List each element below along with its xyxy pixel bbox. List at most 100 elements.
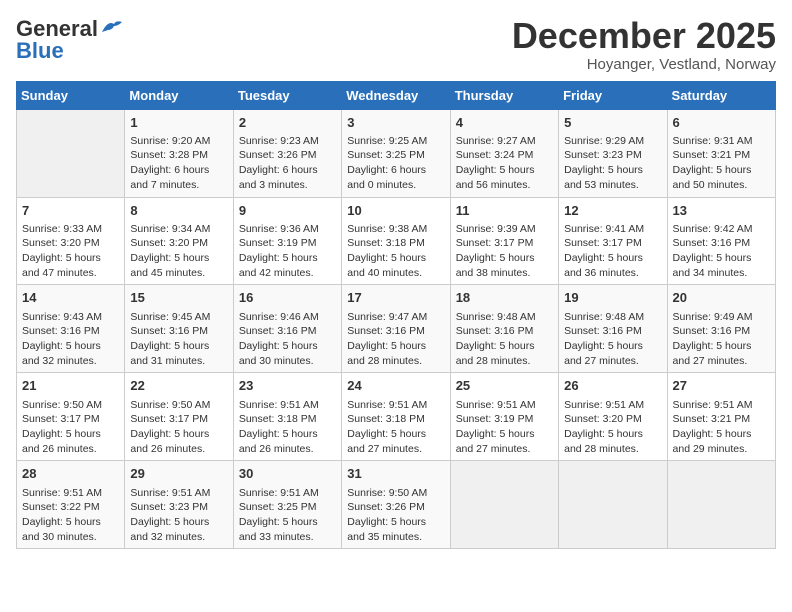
day-number: 29 xyxy=(130,465,227,483)
day-info: Sunrise: 9:51 AM Sunset: 3:25 PM Dayligh… xyxy=(239,486,336,545)
day-number: 23 xyxy=(239,377,336,395)
calendar-cell: 6 Sunrise: 9:31 AM Sunset: 3:21 PM Daylig… xyxy=(667,109,775,197)
day-number: 9 xyxy=(239,202,336,220)
day-info: Sunrise: 9:33 AM Sunset: 3:20 PM Dayligh… xyxy=(22,222,119,281)
calendar-cell: 8 Sunrise: 9:34 AM Sunset: 3:20 PM Daylig… xyxy=(125,197,233,285)
day-number: 12 xyxy=(564,202,661,220)
day-number: 20 xyxy=(673,289,770,307)
day-info: Sunrise: 9:51 AM Sunset: 3:20 PM Dayligh… xyxy=(564,398,661,457)
day-number: 28 xyxy=(22,465,119,483)
day-info: Sunrise: 9:41 AM Sunset: 3:17 PM Dayligh… xyxy=(564,222,661,281)
calendar-cell: 24Sunrise: 9:51 AM Sunset: 3:18 PM Dayli… xyxy=(342,373,450,461)
page-header: General Blue December 2025 Hoyanger, Ves… xyxy=(16,16,776,73)
calendar-cell: 1 Sunrise: 9:20 AM Sunset: 3:28 PM Daylig… xyxy=(125,109,233,197)
calendar-cell: 10 Sunrise: 9:38 AM Sunset: 3:18 PM Dayli… xyxy=(342,197,450,285)
col-thursday: Thursday xyxy=(450,81,558,109)
day-info: Sunrise: 9:20 AM Sunset: 3:28 PM Dayligh… xyxy=(130,134,227,193)
day-number: 10 xyxy=(347,202,444,220)
calendar-cell: 7Sunrise: 9:33 AM Sunset: 3:20 PM Daylig… xyxy=(17,197,125,285)
day-info: Sunrise: 9:50 AM Sunset: 3:17 PM Dayligh… xyxy=(130,398,227,457)
header-row: Sunday Monday Tuesday Wednesday Thursday… xyxy=(17,81,776,109)
day-info: Sunrise: 9:50 AM Sunset: 3:26 PM Dayligh… xyxy=(347,486,444,545)
col-saturday: Saturday xyxy=(667,81,775,109)
calendar-cell: 29 Sunrise: 9:51 AM Sunset: 3:23 PM Dayli… xyxy=(125,461,233,549)
day-number: 22 xyxy=(130,377,227,395)
calendar-cell: 30 Sunrise: 9:51 AM Sunset: 3:25 PM Dayli… xyxy=(233,461,341,549)
calendar-cell: 25 Sunrise: 9:51 AM Sunset: 3:19 PM Dayli… xyxy=(450,373,558,461)
day-info: Sunrise: 9:42 AM Sunset: 3:16 PM Dayligh… xyxy=(673,222,770,281)
calendar-cell: 19 Sunrise: 9:48 AM Sunset: 3:16 PM Dayli… xyxy=(559,285,667,373)
day-info: Sunrise: 9:31 AM Sunset: 3:21 PM Dayligh… xyxy=(673,134,770,193)
logo-blue: Blue xyxy=(16,38,64,64)
calendar-cell: 22 Sunrise: 9:50 AM Sunset: 3:17 PM Dayli… xyxy=(125,373,233,461)
day-info: Sunrise: 9:47 AM Sunset: 3:16 PM Dayligh… xyxy=(347,310,444,369)
calendar-cell: 9 Sunrise: 9:36 AM Sunset: 3:19 PM Daylig… xyxy=(233,197,341,285)
month-title: December 2025 xyxy=(512,16,776,56)
day-info: Sunrise: 9:46 AM Sunset: 3:16 PM Dayligh… xyxy=(239,310,336,369)
day-info: Sunrise: 9:51 AM Sunset: 3:23 PM Dayligh… xyxy=(130,486,227,545)
day-info: Sunrise: 9:36 AM Sunset: 3:19 PM Dayligh… xyxy=(239,222,336,281)
day-info: Sunrise: 9:43 AM Sunset: 3:16 PM Dayligh… xyxy=(22,310,119,369)
day-number: 11 xyxy=(456,202,553,220)
day-number: 6 xyxy=(673,114,770,132)
calendar-cell: 15Sunrise: 9:45 AM Sunset: 3:16 PM Dayli… xyxy=(125,285,233,373)
col-tuesday: Tuesday xyxy=(233,81,341,109)
day-number: 2 xyxy=(239,114,336,132)
day-info: Sunrise: 9:34 AM Sunset: 3:20 PM Dayligh… xyxy=(130,222,227,281)
day-info: Sunrise: 9:39 AM Sunset: 3:17 PM Dayligh… xyxy=(456,222,553,281)
calendar-cell: 4 Sunrise: 9:27 AM Sunset: 3:24 PM Daylig… xyxy=(450,109,558,197)
day-number: 25 xyxy=(456,377,553,395)
day-info: Sunrise: 9:51 AM Sunset: 3:22 PM Dayligh… xyxy=(22,486,119,545)
calendar-cell xyxy=(450,461,558,549)
calendar-cell: 3 Sunrise: 9:25 AM Sunset: 3:25 PM Daylig… xyxy=(342,109,450,197)
day-info: Sunrise: 9:51 AM Sunset: 3:21 PM Dayligh… xyxy=(673,398,770,457)
calendar-cell: 5 Sunrise: 9:29 AM Sunset: 3:23 PM Daylig… xyxy=(559,109,667,197)
col-monday: Monday xyxy=(125,81,233,109)
calendar-week-5: 28 Sunrise: 9:51 AM Sunset: 3:22 PM Dayli… xyxy=(17,461,776,549)
day-number: 5 xyxy=(564,114,661,132)
day-number: 4 xyxy=(456,114,553,132)
day-info: Sunrise: 9:51 AM Sunset: 3:19 PM Dayligh… xyxy=(456,398,553,457)
col-friday: Friday xyxy=(559,81,667,109)
day-info: Sunrise: 9:25 AM Sunset: 3:25 PM Dayligh… xyxy=(347,134,444,193)
col-wednesday: Wednesday xyxy=(342,81,450,109)
day-number: 16 xyxy=(239,289,336,307)
calendar-table: Sunday Monday Tuesday Wednesday Thursday… xyxy=(16,81,776,550)
day-info: Sunrise: 9:51 AM Sunset: 3:18 PM Dayligh… xyxy=(347,398,444,457)
day-number: 30 xyxy=(239,465,336,483)
day-number: 31 xyxy=(347,465,444,483)
day-number: 17 xyxy=(347,289,444,307)
calendar-cell: 28 Sunrise: 9:51 AM Sunset: 3:22 PM Dayli… xyxy=(17,461,125,549)
day-info: Sunrise: 9:48 AM Sunset: 3:16 PM Dayligh… xyxy=(564,310,661,369)
day-number: 21 xyxy=(22,377,119,395)
day-number: 26 xyxy=(564,377,661,395)
day-info: Sunrise: 9:49 AM Sunset: 3:16 PM Dayligh… xyxy=(673,310,770,369)
calendar-cell: 16 Sunrise: 9:46 AM Sunset: 3:16 PM Dayli… xyxy=(233,285,341,373)
calendar-cell: 20 Sunrise: 9:49 AM Sunset: 3:16 PM Dayli… xyxy=(667,285,775,373)
calendar-cell: 17 Sunrise: 9:47 AM Sunset: 3:16 PM Dayli… xyxy=(342,285,450,373)
day-number: 1 xyxy=(130,114,227,132)
day-number: 19 xyxy=(564,289,661,307)
day-info: Sunrise: 9:29 AM Sunset: 3:23 PM Dayligh… xyxy=(564,134,661,193)
day-info: Sunrise: 9:38 AM Sunset: 3:18 PM Dayligh… xyxy=(347,222,444,281)
calendar-cell: 23Sunrise: 9:51 AM Sunset: 3:18 PM Dayli… xyxy=(233,373,341,461)
calendar-cell xyxy=(17,109,125,197)
logo-bird-icon xyxy=(100,18,122,36)
day-info: Sunrise: 9:23 AM Sunset: 3:26 PM Dayligh… xyxy=(239,134,336,193)
calendar-cell: 21 Sunrise: 9:50 AM Sunset: 3:17 PM Dayli… xyxy=(17,373,125,461)
day-number: 13 xyxy=(673,202,770,220)
location-subtitle: Hoyanger, Vestland, Norway xyxy=(512,56,776,73)
day-info: Sunrise: 9:27 AM Sunset: 3:24 PM Dayligh… xyxy=(456,134,553,193)
day-number: 18 xyxy=(456,289,553,307)
day-number: 8 xyxy=(130,202,227,220)
col-sunday: Sunday xyxy=(17,81,125,109)
calendar-cell: 13 Sunrise: 9:42 AM Sunset: 3:16 PM Dayli… xyxy=(667,197,775,285)
calendar-cell: 31 Sunrise: 9:50 AM Sunset: 3:26 PM Dayli… xyxy=(342,461,450,549)
day-number: 3 xyxy=(347,114,444,132)
calendar-cell xyxy=(559,461,667,549)
day-info: Sunrise: 9:48 AM Sunset: 3:16 PM Dayligh… xyxy=(456,310,553,369)
logo: General Blue xyxy=(16,16,122,64)
day-number: 15 xyxy=(130,289,227,307)
day-number: 14 xyxy=(22,289,119,307)
day-info: Sunrise: 9:50 AM Sunset: 3:17 PM Dayligh… xyxy=(22,398,119,457)
